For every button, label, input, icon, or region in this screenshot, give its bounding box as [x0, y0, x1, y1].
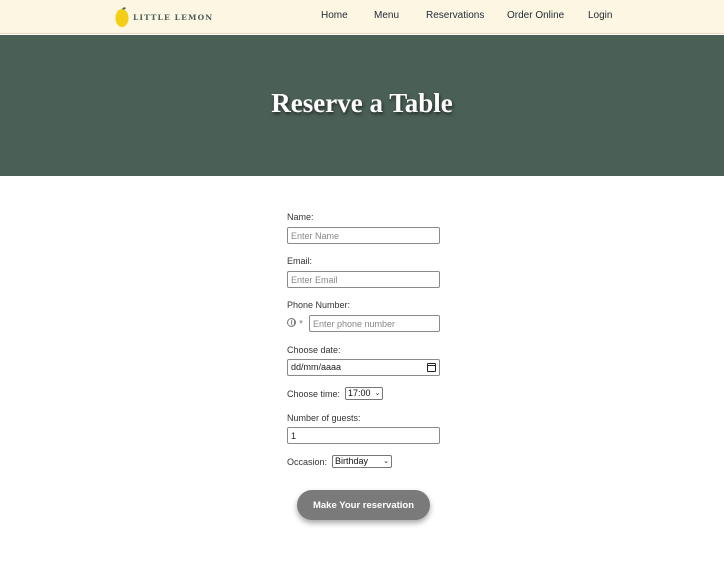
- page-title: Reserve a Table: [271, 88, 453, 118]
- email-input[interactable]: [287, 271, 440, 288]
- nav-order-online[interactable]: Order Online: [507, 10, 564, 21]
- chevron-down-icon: ▼: [298, 319, 304, 326]
- nav-reservations[interactable]: Reservations: [426, 10, 484, 21]
- navbar: LITTLE LEMON Home Menu Reservations Orde…: [0, 0, 724, 34]
- email-label: Email:: [287, 256, 313, 266]
- time-row: Choose time: 17:00 ⌄: [287, 387, 384, 400]
- phone-field: ▼: [287, 315, 440, 332]
- globe-icon: [287, 318, 296, 327]
- nav-menu[interactable]: Menu: [374, 10, 399, 21]
- occasion-row: Occasion: Birthday ⌄: [287, 455, 393, 468]
- phone-input[interactable]: [309, 315, 440, 332]
- country-selector[interactable]: ▼: [287, 318, 304, 327]
- time-select[interactable]: 17:00 ⌄: [345, 387, 384, 400]
- nav-login[interactable]: Login: [588, 10, 612, 21]
- chevron-down-icon: ⌄: [383, 458, 390, 465]
- occasion-select[interactable]: Birthday ⌄: [332, 455, 393, 468]
- date-input[interactable]: dd/mm/aaaa: [287, 359, 440, 376]
- nav-links: Home Menu Reservations Order Online Logi…: [0, 0, 724, 34]
- guests-label: Number of guests:: [287, 413, 361, 423]
- date-value: dd/mm/aaaa: [291, 362, 342, 372]
- time-label: Choose time:: [287, 388, 341, 399]
- hero-banner: Reserve a Table: [0, 35, 724, 176]
- name-input[interactable]: [287, 227, 440, 244]
- name-label: Name:: [287, 212, 314, 222]
- occasion-value: Birthday: [335, 456, 369, 466]
- time-value: 17:00: [348, 388, 371, 398]
- chevron-down-icon: ⌄: [374, 390, 381, 397]
- calendar-icon[interactable]: [427, 363, 436, 372]
- submit-reservation-button[interactable]: Make Your reservation: [297, 490, 430, 520]
- guests-input[interactable]: [287, 427, 440, 444]
- date-label: Choose date:: [287, 345, 341, 355]
- phone-label: Phone Number:: [287, 300, 351, 310]
- occasion-label: Occasion:: [287, 456, 328, 467]
- nav-home[interactable]: Home: [321, 10, 348, 21]
